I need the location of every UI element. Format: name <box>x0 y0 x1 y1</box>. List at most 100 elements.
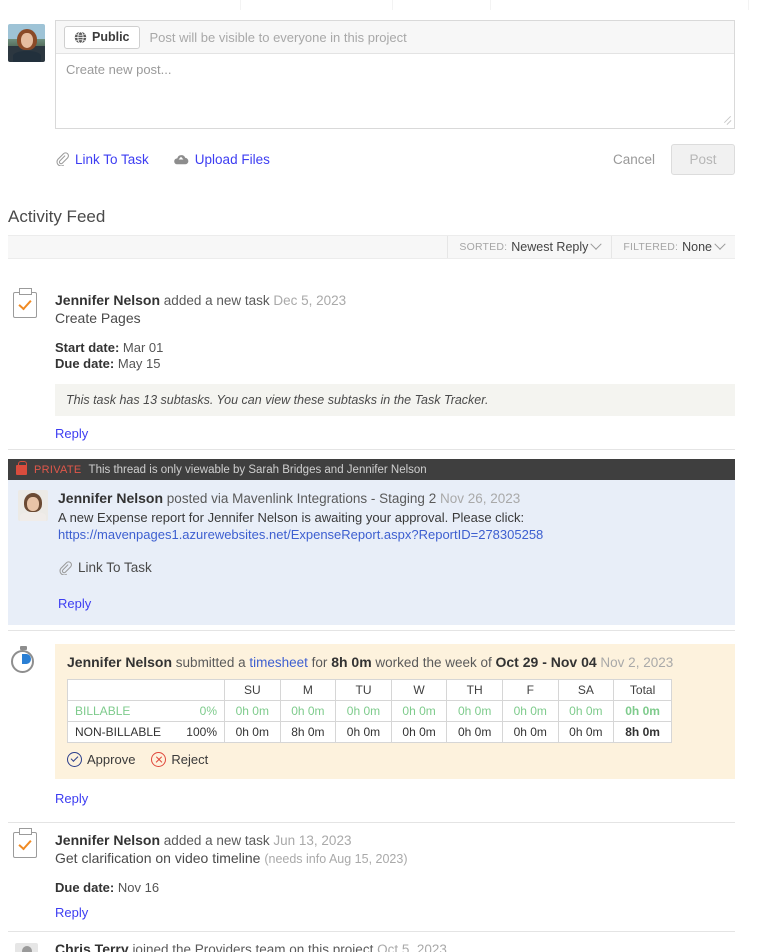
link-to-task-button[interactable]: Link To Task <box>58 560 152 575</box>
check-circle-icon <box>67 752 82 767</box>
link-to-task-label: Link To Task <box>75 151 149 167</box>
x-circle-icon <box>151 752 167 767</box>
approve-button[interactable]: Approve <box>67 752 135 767</box>
sort-dropdown[interactable]: SORTED: Newest Reply <box>447 236 611 258</box>
due-date-label: Due date: <box>55 880 115 895</box>
chevron-down-icon <box>590 238 603 250</box>
due-date-value: May 15 <box>117 356 161 371</box>
cell-su: 0h 0m <box>224 721 281 743</box>
timesheet-week: Oct 29 - Nov 04 <box>495 654 597 670</box>
row-label: NON-BILLABLE <box>67 721 180 743</box>
cell-tu: 0h 0m <box>335 721 392 743</box>
due-date-value: Nov 16 <box>117 880 160 895</box>
reply-link[interactable]: Reply <box>58 596 725 611</box>
table-row: BILLABLE 0% 0h 0m 0h 0m 0h 0m 0h 0m 0h 0… <box>67 700 672 722</box>
col-su: SU <box>224 679 281 701</box>
table-header-row: SU M TU W TH F SA Total <box>67 679 672 701</box>
reply-link[interactable]: Reply <box>55 426 735 441</box>
chevron-down-icon <box>714 238 726 250</box>
cell-m: 8h 0m <box>279 721 337 743</box>
cell-w: 0h 0m <box>390 721 448 743</box>
private-thread-banner: PRIVATE This thread is only viewable by … <box>8 459 735 480</box>
globe-icon <box>74 30 87 44</box>
task-clipboard-icon <box>13 288 39 319</box>
item-due-date: Due date: May 15 <box>55 356 735 371</box>
col-th: TH <box>446 679 503 701</box>
visibility-public-button[interactable]: Public <box>64 25 140 49</box>
post-button[interactable]: Post <box>671 143 735 175</box>
col-blank-label <box>67 679 180 701</box>
new-post-textarea[interactable]: Create new post... <box>56 54 734 128</box>
item-header: Jennifer Nelson added a new task Dec 5, … <box>55 292 735 308</box>
composer-visibility-bar: Public Post will be visible to everyone … <box>56 21 734 54</box>
filter-dropdown[interactable]: FILTERED: None <box>611 236 735 258</box>
task-clipboard-icon <box>13 828 39 859</box>
item-subject-note: (needs info Aug 15, 2023) <box>264 852 408 866</box>
private-banner-text: This thread is only viewable by Sarah Br… <box>88 463 427 476</box>
composer-action-row: Link To Task Upload Files Cancel Post <box>55 142 735 176</box>
author-avatar <box>18 490 48 521</box>
start-date-label: Start date: <box>55 340 120 355</box>
current-user-avatar <box>8 24 45 62</box>
item-date: Dec 5, 2023 <box>273 293 347 308</box>
timesheet-table: SU M TU W TH F SA Total BILLABLE 0% 0h 0 <box>67 679 672 743</box>
activity-feed-page: Public Post will be visible to everyone … <box>0 0 765 952</box>
cell-sa: 0h 0m <box>557 700 615 722</box>
row-percent: 100% <box>179 721 225 743</box>
item-divider <box>8 630 735 631</box>
cloud-upload-icon <box>173 154 189 164</box>
feed-toolbar: SORTED: Newest Reply FILTERED: None <box>8 235 735 259</box>
visibility-hint: Post will be visible to everyone in this… <box>149 29 407 45</box>
col-w: W <box>390 679 448 701</box>
timesheet-link[interactable]: timesheet <box>249 655 308 670</box>
feed-item-timesheet: Jennifer Nelson submitted a timesheet fo… <box>0 644 765 806</box>
filter-key-label: FILTERED: <box>623 241 679 253</box>
timesheet-actions: Approve Reject <box>67 752 723 767</box>
item-subject[interactable]: Create Pages <box>55 310 735 326</box>
reply-link[interactable]: Reply <box>55 791 765 806</box>
private-badge-label: PRIVATE <box>34 463 82 476</box>
item-action: joined the Providers team on this projec… <box>132 942 374 952</box>
subtasks-callout: This task has 13 subtasks. You can view … <box>55 384 735 416</box>
table-row: NON-BILLABLE 100% 0h 0m 8h 0m 0h 0m 0h 0… <box>67 721 672 743</box>
paperclip-icon <box>59 560 72 575</box>
filter-value-label: None <box>682 240 712 254</box>
link-to-task-button[interactable]: Link To Task <box>55 152 149 167</box>
reply-link[interactable]: Reply <box>55 905 735 920</box>
item-action: added a new task <box>163 833 270 848</box>
upload-files-button[interactable]: Upload Files <box>173 152 270 167</box>
item-actor: Jennifer Nelson <box>55 292 161 308</box>
page-title: Activity Feed <box>8 207 106 226</box>
timesheet-card: Jennifer Nelson submitted a timesheet fo… <box>55 644 735 779</box>
cell-su: 0h 0m <box>224 700 281 722</box>
item-date: Jun 13, 2023 <box>273 833 352 848</box>
item-action-mid: for <box>311 655 328 670</box>
item-divider <box>8 822 735 823</box>
item-action-pre: submitted a <box>175 655 246 670</box>
cell-total: 0h 0m <box>613 700 672 722</box>
private-thread-body: Jennifer Nelson posted via Mavenlink Int… <box>8 480 735 625</box>
col-m: M <box>279 679 337 701</box>
col-total: Total <box>613 679 672 701</box>
item-subject[interactable]: Get clarification on video timeline (nee… <box>55 850 735 866</box>
post-composer: Public Post will be visible to everyone … <box>8 20 735 176</box>
due-date-label: Due date: <box>55 356 115 371</box>
cell-m: 0h 0m <box>279 700 337 722</box>
avatar-placeholder-icon <box>15 943 38 952</box>
textarea-resize-handle[interactable] <box>723 115 732 126</box>
upload-files-label: Upload Files <box>194 151 270 167</box>
item-divider <box>8 931 735 932</box>
item-actor: Jennifer Nelson <box>58 490 164 506</box>
lock-icon <box>16 460 27 475</box>
item-header: Jennifer Nelson added a new task Jun 13,… <box>55 832 735 848</box>
cancel-button[interactable]: Cancel <box>613 152 655 167</box>
stopwatch-icon <box>11 646 36 673</box>
link-to-task-label: Link To Task <box>78 560 152 575</box>
item-action-post: worked the week of <box>375 655 492 670</box>
reject-button[interactable]: Reject <box>151 752 208 767</box>
item-date: Nov 26, 2023 <box>439 491 521 506</box>
sort-key-label: SORTED: <box>459 241 508 253</box>
expense-report-url[interactable]: https://mavenpages1.azurewebsites.net/Ex… <box>58 527 725 542</box>
row-percent: 0% <box>179 700 225 722</box>
cut-off-top-strip <box>0 0 765 14</box>
